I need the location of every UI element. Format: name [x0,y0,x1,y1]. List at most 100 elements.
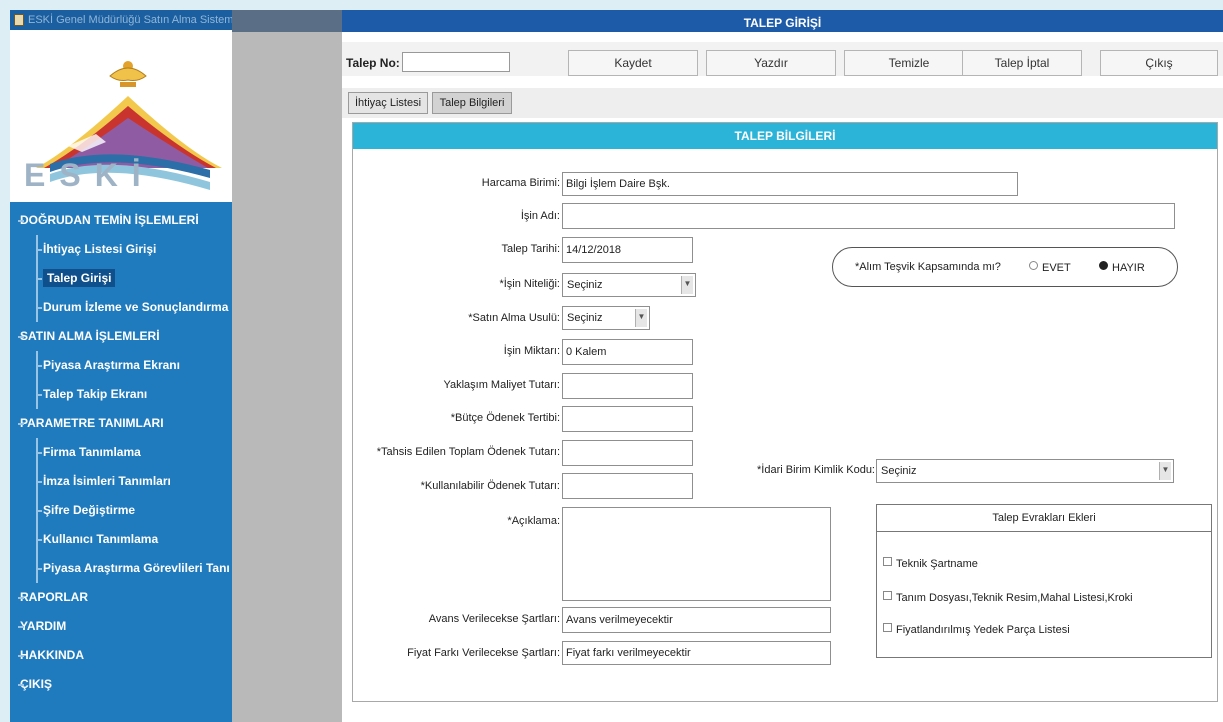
sidebar-item-label: Piyasa Araştırma Ekranı [43,358,180,372]
isin-adi-field[interactable] [562,203,1175,229]
sidebar-item-piyasa-arastirma-gorevlileri[interactable]: Piyasa Araştırma Görevlileri Tanı [10,554,232,583]
radio-on-icon [1099,261,1108,270]
sidebar: ESKİ Genel Müdürlüğü Satın Alma Sistemi … [10,10,232,722]
cikis-button[interactable]: Çıkış [1100,50,1218,76]
logo-text: ESKİ [24,157,155,193]
evrak-label: Teknik Şartname [896,558,978,570]
sidebar-item-label: ÇIKIŞ [20,677,53,691]
sidebar-item-label: Durum İzleme ve Sonuçlandırma [43,300,229,314]
evet-label: EVET [1042,262,1071,274]
radio-off-icon [1029,261,1038,270]
satin-alma-usulu-label: *Satın Alma Usulü: [468,312,560,324]
evrak-checkbox-teknik-sartname[interactable]: Teknik Şartname [883,557,978,570]
evrak-label: Fiyatlandırılmış Yedek Parça Listesi [896,624,1070,636]
chevron-down-icon: ▼ [1159,462,1171,480]
chevron-down-icon: ▼ [681,276,693,294]
sidebar-item-dogrudan-temin[interactable]: DOĞRUDAN TEMİN İŞLEMLERİ [10,206,232,235]
sidebar-item-talep-takip-ekrani[interactable]: Talep Takip Ekranı [10,380,232,409]
aciklama-textarea[interactable] [562,507,831,601]
yazdir-button[interactable]: Yazdır [706,50,836,76]
sidebar-item-label: İhtiyaç Listesi Girişi [43,242,157,256]
sidebar-item-label: DOĞRUDAN TEMİN İŞLEMLERİ [20,213,199,227]
tahsis-edilen-field[interactable] [562,440,693,466]
talep-iptal-button[interactable]: Talep İptal [962,50,1082,76]
checkbox-icon [883,623,892,632]
talep-evraklari-title: Talep Evrakları Ekleri [877,505,1211,532]
sidebar-item-ihtiyac-listesi-girisi[interactable]: İhtiyaç Listesi Girişi [10,235,232,264]
talep-evraklari-box: Talep Evrakları Ekleri Teknik Şartname T… [876,504,1212,658]
harcama-birimi-label: Harcama Birimi: [481,177,560,189]
harcama-birimi-field[interactable]: Bilgi İşlem Daire Bşk. [562,172,1018,196]
sidebar-item-durum-izleme[interactable]: Durum İzleme ve Sonuçlandırma [10,293,232,322]
tahsis-edilen-label: *Tahsis Edilen Toplam Ödenek Tutarı: [376,446,560,458]
talep-no-input[interactable] [402,52,510,72]
sidebar-item-hakkinda[interactable]: HAKKINDA [10,641,232,670]
evrak-checkbox-tanim-dosyasi[interactable]: Tanım Dosyası,Teknik Resim,Mahal Listesi… [883,591,1133,604]
frame-divider [232,10,342,722]
sidebar-item-label: PARAMETRE TANIMLARI [20,416,164,430]
idari-birim-select[interactable]: Seçiniz ▼ [876,459,1174,483]
isin-niteligi-value: Seçiniz [567,279,603,291]
sidebar-item-label: Talep Girişi [43,269,116,287]
sidebar-item-raporlar[interactable]: RAPORLAR [10,583,232,612]
isin-adi-label: İşin Adı: [520,210,560,222]
idari-birim-value: Seçiniz [881,465,917,477]
yaklasik-maliyet-field[interactable] [562,373,693,399]
window-titlebar: ESKİ Genel Müdürlüğü Satın Alma Sistemi [10,10,232,30]
hayir-label: HAYIR [1112,262,1145,274]
form-header: TALEP BİLGİLERİ [353,123,1217,149]
sidebar-item-piyasa-arastirma-ekrani[interactable]: Piyasa Araştırma Ekranı [10,351,232,380]
butce-odenek-field[interactable] [562,406,693,432]
sidebar-item-talep-girisi[interactable]: Talep Girişi [10,264,232,293]
evrak-label: Tanım Dosyası,Teknik Resim,Mahal Listesi… [896,592,1133,604]
isin-niteligi-label: *İşin Niteliği: [499,278,560,290]
satin-alma-usulu-value: Seçiniz [567,312,603,324]
talep-tarihi-field[interactable]: 14/12/2018 [562,237,693,263]
avans-label: Avans Verilecekse Şartları: [428,613,560,625]
sidebar-item-firma-tanimlama[interactable]: Firma Tanımlama [10,438,232,467]
sidebar-item-imza-isimleri[interactable]: İmza İsimleri Tanımları [10,467,232,496]
kaydet-button[interactable]: Kaydet [568,50,698,76]
sidebar-item-label: Şifre Değiştirme [43,503,136,517]
sidebar-item-cikis[interactable]: ÇIKIŞ [10,670,232,699]
tab-ihtiyac-listesi[interactable]: İhtiyaç Listesi [348,92,428,114]
checkbox-icon [883,557,892,566]
kullanilabilir-odenek-field[interactable] [562,473,693,499]
sidebar-item-label: SATIN ALMA İŞLEMLERİ [20,329,160,343]
sidebar-item-satin-alma[interactable]: SATIN ALMA İŞLEMLERİ [10,322,232,351]
toolbar: Talep No: Kaydet Yazdır Temizle Talep İp… [342,42,1223,76]
isin-miktari-field[interactable]: 0 Kalem [562,339,693,365]
sidebar-item-parametre-tanimlari[interactable]: PARAMETRE TANIMLARI [10,409,232,438]
sidebar-item-sifre-degistirme[interactable]: Şifre Değiştirme [10,496,232,525]
eski-logo: ESKİ [10,30,232,202]
satin-alma-usulu-select[interactable]: Seçiniz ▼ [562,306,650,330]
isin-niteligi-select[interactable]: Seçiniz ▼ [562,273,696,297]
tab-bar: İhtiyaç Listesi Talep Bilgileri [342,88,1223,118]
evrak-checkbox-yedek-parca[interactable]: Fiyatlandırılmış Yedek Parça Listesi [883,623,1070,636]
fiyat-farki-field[interactable]: Fiyat farkı verilmeyecektir [562,641,831,665]
sidebar-item-yardim[interactable]: YARDIM [10,612,232,641]
sidebar-item-label: Talep Takip Ekranı [43,387,148,401]
talep-no-label: Talep No: [346,56,400,70]
tesvik-question: *Alım Teşvik Kapsamında mı? [855,261,1001,273]
isin-miktari-label: İşin Miktarı: [503,345,560,357]
chevron-down-icon: ▼ [635,309,647,327]
hayir-radio[interactable]: HAYIR [1099,261,1145,274]
page-title: TALEP GİRİŞİ [342,10,1223,32]
sidebar-item-label: Firma Tanımlama [43,445,141,459]
app-icon [14,14,24,26]
temizle-button[interactable]: Temizle [844,50,974,76]
sidebar-item-label: RAPORLAR [20,590,88,604]
tesvik-group: *Alım Teşvik Kapsamında mı? EVET HAYIR [832,247,1178,287]
evet-radio[interactable]: EVET [1029,261,1071,274]
checkbox-icon [883,591,892,600]
window-title: ESKİ Genel Müdürlüğü Satın Alma Sistemi [28,14,232,26]
sidebar-item-label: Piyasa Araştırma Görevlileri Tanı [43,561,230,575]
tab-talep-bilgileri[interactable]: Talep Bilgileri [432,92,512,114]
avans-field[interactable]: Avans verilmeyecektir [562,607,831,633]
idari-birim-label: *İdari Birim Kimlik Kodu: [757,464,875,476]
yaklasik-maliyet-label: Yaklaşım Maliyet Tutarı: [443,379,560,391]
sidebar-item-label: YARDIM [20,619,67,633]
butce-odenek-label: *Bütçe Ödenek Tertibi: [450,412,560,424]
sidebar-item-kullanici-tanimlama[interactable]: Kullanıcı Tanımlama [10,525,232,554]
